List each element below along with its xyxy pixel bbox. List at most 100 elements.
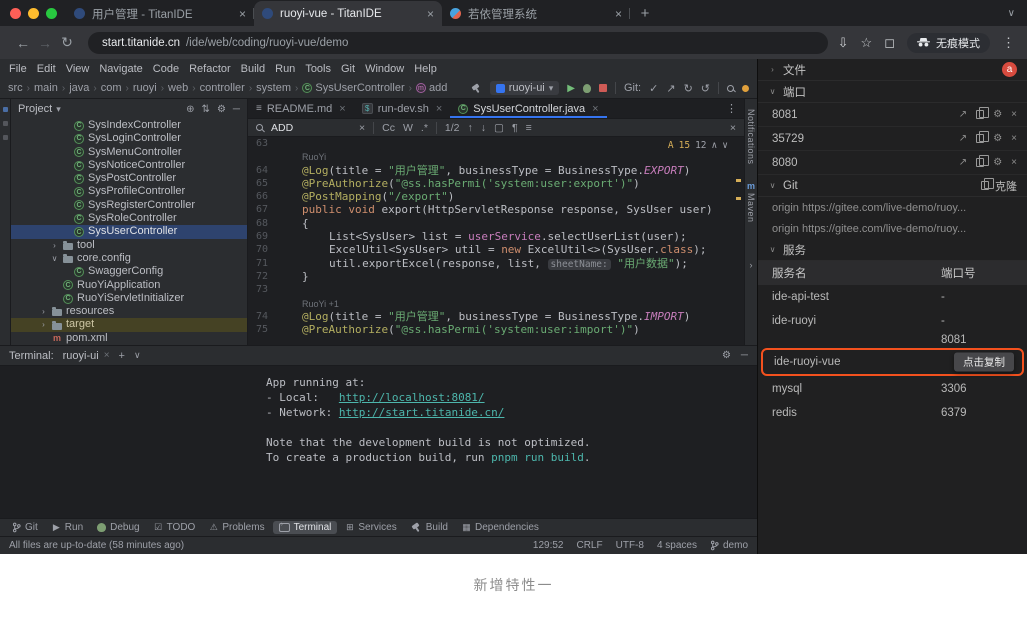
close-icon[interactable]: × bbox=[592, 103, 598, 115]
tree-item[interactable]: ›target bbox=[11, 318, 247, 331]
tab-close-icon[interactable]: × bbox=[615, 7, 622, 21]
more-icon[interactable]: ⋮ bbox=[719, 99, 744, 118]
clone-button[interactable]: 克隆 bbox=[981, 178, 1017, 194]
browser-tab[interactable]: 用户管理 - TitanIDE× bbox=[66, 1, 254, 26]
gear-icon[interactable]: ⚙ bbox=[993, 109, 1002, 120]
menu-item-help[interactable]: Help bbox=[409, 63, 442, 75]
port-row[interactable]: 8080↗⚙× bbox=[758, 151, 1027, 175]
line-ending[interactable]: CRLF bbox=[576, 540, 602, 551]
tree-item[interactable]: CSysProfileController bbox=[11, 185, 247, 198]
breadcrumb-member[interactable]: madd bbox=[416, 82, 447, 94]
address-bar[interactable]: start.titanide.cn/ide/web/coding/ruoyi-v… bbox=[88, 32, 828, 54]
tree-item[interactable]: CSysMenuController bbox=[11, 146, 247, 159]
close-search-icon[interactable]: × bbox=[730, 122, 736, 134]
tab-notifications[interactable]: Notifications bbox=[746, 109, 756, 165]
close-icon[interactable]: × bbox=[1011, 109, 1017, 120]
git-push-icon[interactable]: ↗ bbox=[666, 82, 675, 95]
section-files[interactable]: › 文件 a bbox=[758, 59, 1027, 81]
tree-item[interactable]: ∨core.config bbox=[11, 252, 247, 265]
pilcrow-icon[interactable]: ¶ bbox=[512, 122, 518, 134]
tree-item[interactable]: CSysRoleController bbox=[11, 212, 247, 225]
tree-item[interactable]: CRuoYiApplication bbox=[11, 279, 247, 292]
next-inspection-icon[interactable]: ∨ bbox=[722, 140, 728, 151]
tree-item[interactable]: CSysPostController bbox=[11, 172, 247, 185]
build-project-icon[interactable] bbox=[471, 83, 482, 94]
close-icon[interactable]: × bbox=[436, 103, 442, 115]
breadcrumb-item[interactable]: web bbox=[168, 82, 188, 94]
code-author-hint[interactable]: RuoYi +1 bbox=[302, 299, 339, 309]
editor-tab[interactable]: CSysUserController.java× bbox=[450, 99, 606, 118]
terminal-dropdown-icon[interactable]: ∨ bbox=[134, 350, 141, 361]
browser-tab[interactable]: ruoyi-vue - TitanIDE× bbox=[254, 1, 442, 26]
debug-button[interactable] bbox=[583, 84, 591, 93]
new-terminal-icon[interactable]: + bbox=[119, 350, 125, 362]
tool-button-dependencies[interactable]: ▦Dependencies bbox=[456, 521, 545, 534]
hide-panel-icon[interactable]: ─ bbox=[233, 104, 240, 115]
service-row[interactable]: ide-ruoyi- bbox=[758, 309, 1027, 333]
tab-close-icon[interactable]: × bbox=[239, 7, 246, 21]
breadcrumb-class[interactable]: CSysUserController bbox=[302, 82, 404, 94]
section-services[interactable]: ∨ 服务 bbox=[758, 239, 1027, 261]
gear-icon[interactable]: ⚙ bbox=[217, 104, 226, 115]
structure-stripe-icon[interactable] bbox=[3, 135, 8, 140]
gear-icon[interactable]: ⚙ bbox=[993, 157, 1002, 168]
tree-item[interactable]: CSysUserController bbox=[11, 225, 247, 238]
breadcrumb-item[interactable]: system bbox=[256, 82, 291, 94]
forward-button[interactable]: → bbox=[34, 35, 56, 51]
menu-item-git[interactable]: Git bbox=[336, 63, 360, 75]
menu-item-navigate[interactable]: Navigate bbox=[94, 63, 147, 75]
terminal-tab[interactable]: ruoyi-ui × bbox=[63, 350, 110, 362]
whole-words-toggle[interactable]: W bbox=[403, 122, 413, 134]
download-icon[interactable]: ⇩ bbox=[838, 35, 849, 51]
gear-icon[interactable]: ⚙ bbox=[722, 350, 731, 361]
close-icon[interactable]: × bbox=[1011, 157, 1017, 168]
tool-button-run[interactable]: ▶Run bbox=[46, 521, 89, 534]
gear-icon[interactable]: ⚙ bbox=[993, 133, 1002, 144]
git-remote-row[interactable]: origin https://gitee.com/live-demo/ruoy.… bbox=[758, 218, 1027, 239]
section-git[interactable]: ∨ Git 克隆 bbox=[758, 175, 1027, 197]
close-window-button[interactable] bbox=[10, 8, 21, 19]
notification-dot[interactable] bbox=[742, 85, 749, 92]
service-row[interactable]: redis6379 bbox=[758, 401, 1027, 425]
prev-match-icon[interactable]: ↑ bbox=[468, 122, 473, 134]
menu-item-tools[interactable]: Tools bbox=[300, 63, 336, 75]
tab-close-icon[interactable]: × bbox=[427, 7, 434, 21]
maximize-window-button[interactable] bbox=[46, 8, 57, 19]
git-branch[interactable]: demo bbox=[710, 540, 748, 551]
prev-inspection-icon[interactable]: ∧ bbox=[712, 140, 718, 151]
git-refresh-icon[interactable]: ↻ bbox=[684, 82, 693, 95]
port-row[interactable]: 35729↗⚙× bbox=[758, 127, 1027, 151]
copy-icon[interactable] bbox=[976, 158, 984, 167]
tab-groups-icon[interactable]: ◻ bbox=[884, 35, 895, 51]
search-everywhere-icon[interactable] bbox=[727, 85, 734, 92]
menu-item-file[interactable]: File bbox=[4, 63, 32, 75]
copy-icon[interactable] bbox=[976, 134, 984, 143]
breadcrumb-item[interactable]: controller bbox=[200, 82, 245, 94]
tree-item[interactable]: CSysNoticeController bbox=[11, 159, 247, 172]
service-row[interactable]: 8081 bbox=[758, 333, 1027, 347]
code-editor[interactable]: 63RuoYi64@Log(title = "用户管理", businessTy… bbox=[248, 137, 744, 345]
project-stripe-icon[interactable] bbox=[3, 107, 8, 112]
tool-button-git[interactable]: Git bbox=[6, 521, 44, 534]
git-update-icon[interactable]: ✓ bbox=[649, 82, 658, 95]
minimize-window-button[interactable] bbox=[28, 8, 39, 19]
terminal-output[interactable]: App running at:- Local: http://localhost… bbox=[0, 366, 757, 465]
new-tab-button[interactable]: + bbox=[634, 2, 656, 24]
match-case-toggle[interactable]: Cc bbox=[382, 122, 395, 134]
caret-position[interactable]: 129:52 bbox=[533, 540, 564, 551]
service-row[interactable]: ide-ruoyi-vue点击复制 bbox=[761, 348, 1024, 376]
breadcrumb-item[interactable]: src bbox=[8, 82, 23, 94]
tool-button-todo[interactable]: ☑TODO bbox=[148, 521, 202, 534]
tree-item[interactable]: mpom.xml bbox=[11, 332, 247, 345]
tool-button-terminal[interactable]: Terminal bbox=[273, 521, 338, 534]
tool-button-services[interactable]: ⊞Services bbox=[339, 521, 402, 534]
browser-tab[interactable]: 若依管理系统× bbox=[442, 1, 630, 26]
open-external-icon[interactable]: ↗ bbox=[959, 109, 967, 120]
minimize-icon[interactable]: ─ bbox=[741, 350, 748, 361]
tab-search-chevron-icon[interactable]: ∨ bbox=[1008, 8, 1015, 19]
menu-item-window[interactable]: Window bbox=[360, 63, 409, 75]
service-row[interactable]: mysql3306 bbox=[758, 377, 1027, 401]
run-button[interactable]: ▶ bbox=[567, 83, 575, 94]
browser-menu-icon[interactable]: ⋮ bbox=[1002, 35, 1015, 51]
tree-item[interactable]: CSysRegisterController bbox=[11, 199, 247, 212]
